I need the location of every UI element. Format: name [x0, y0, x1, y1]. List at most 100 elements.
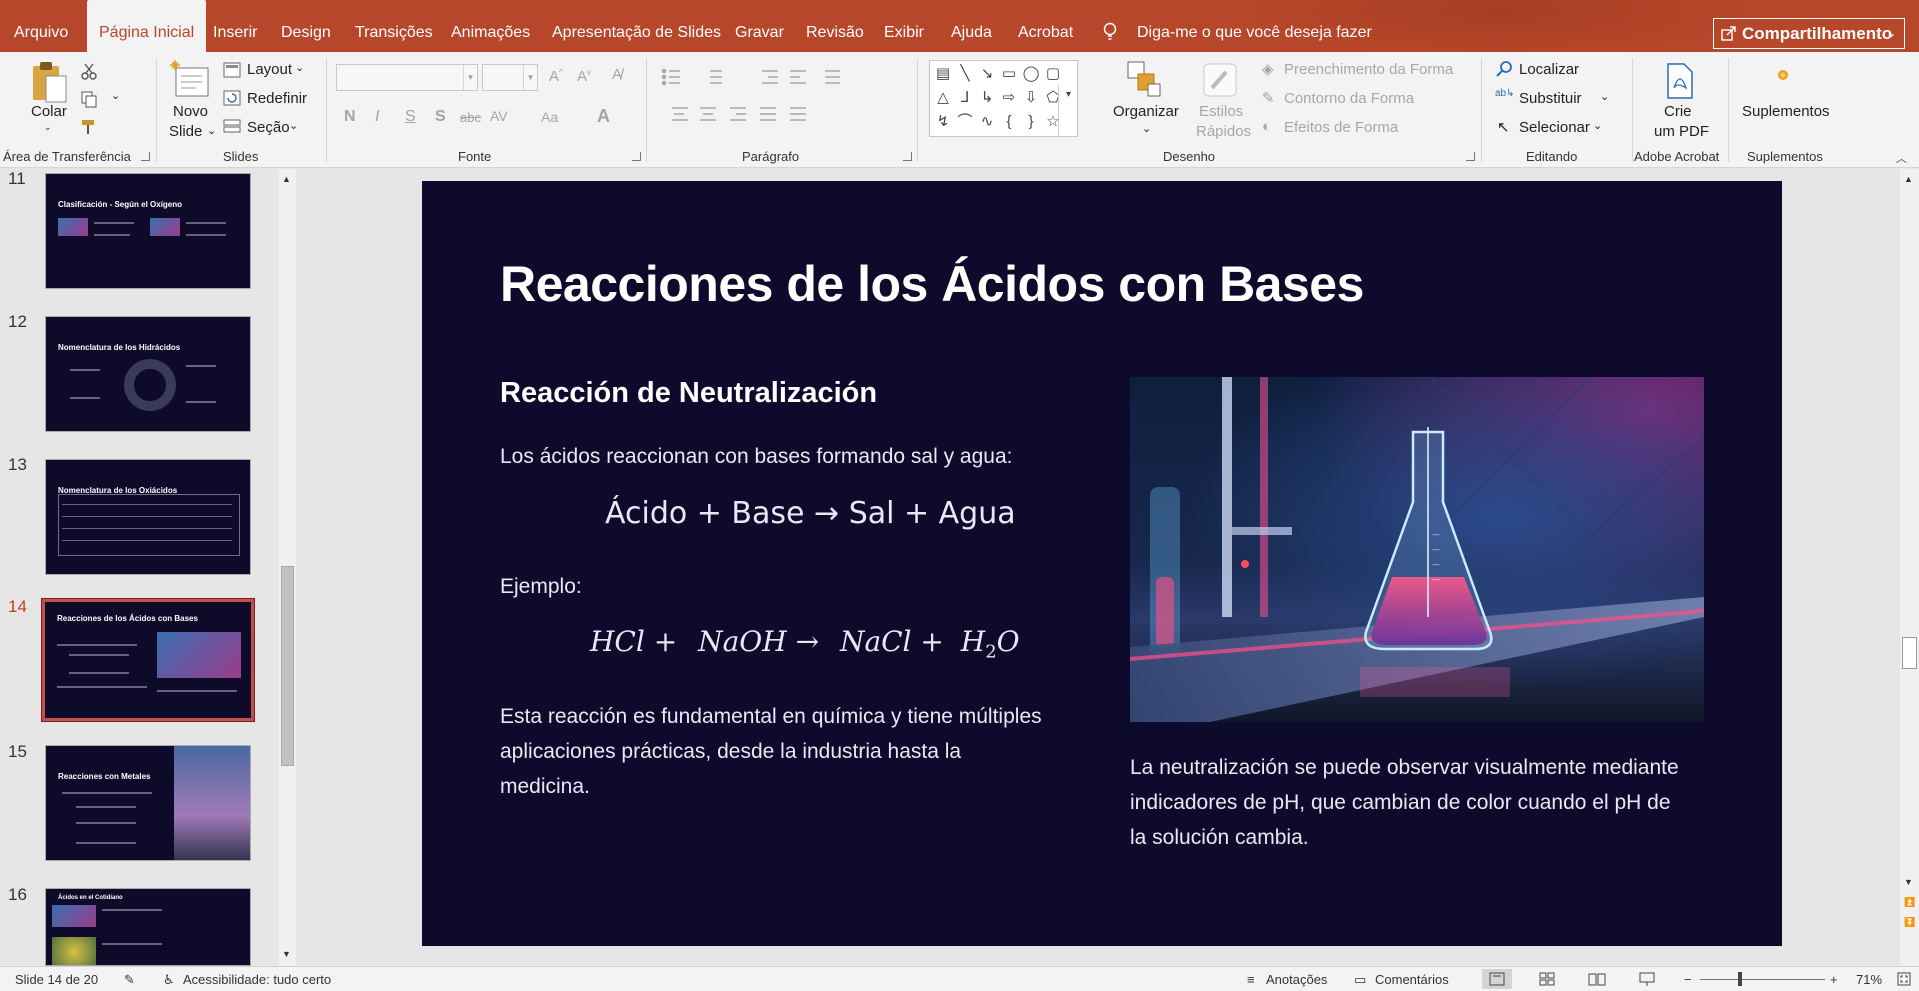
- slide-outro-line-1[interactable]: Esta reacción es fundamental en química …: [500, 699, 1042, 734]
- thumbnail-scrollbar[interactable]: ▲ ▼: [279, 169, 296, 966]
- next-slide-icon[interactable]: ⏬: [1904, 917, 1915, 928]
- thumbnail-slide-16[interactable]: Ácidos en el Cotidiano: [45, 888, 251, 966]
- slide-example-label[interactable]: Ejemplo:: [500, 569, 582, 604]
- tab-revisao[interactable]: Revisão: [806, 0, 864, 52]
- shape-outline-button[interactable]: Contorno da Forma: [1284, 90, 1414, 107]
- slide-caption-line-1[interactable]: La neutralización se puede observar visu…: [1130, 750, 1679, 785]
- chevron-down-icon[interactable]: ⌄: [289, 119, 298, 132]
- slideshow-button[interactable]: [1632, 969, 1662, 989]
- scroll-up-icon[interactable]: ▲: [1904, 174, 1913, 184]
- curve-shape-icon[interactable]: ∿: [976, 111, 998, 133]
- slide-subtitle[interactable]: Reacción de Neutralización: [500, 377, 877, 410]
- thumbnail-slide-14[interactable]: Reacciones de los Ácidos con Bases: [41, 598, 255, 722]
- zoom-in-icon[interactable]: +: [1830, 972, 1838, 987]
- tab-pagina-inicial[interactable]: Página Inicial: [87, 0, 207, 52]
- current-slide[interactable]: Reacciones de los Ácidos con Bases Reacc…: [422, 181, 1782, 946]
- addins-icon[interactable]: [1776, 68, 1790, 82]
- arrange-button[interactable]: Organizar: [1113, 103, 1179, 120]
- accessibility-status[interactable]: Acessibilidade: tudo certo: [183, 972, 331, 987]
- accessibility-icon[interactable]: ♿: [163, 972, 175, 988]
- slide-caption-line-3[interactable]: la solución cambia.: [1130, 820, 1309, 855]
- share-button[interactable]: Compartilhamento ⌄: [1713, 18, 1905, 49]
- tab-animacoes[interactable]: Animações: [451, 0, 530, 52]
- editor-scrollbar[interactable]: ▲ ▼ ⏫ ⏬: [1900, 169, 1919, 966]
- dialog-launcher-icon[interactable]: [1466, 152, 1475, 161]
- gallery-more-icon[interactable]: ▾: [1058, 85, 1078, 135]
- comments-icon[interactable]: ▭: [1354, 972, 1366, 988]
- right-brace-icon[interactable]: }: [1020, 111, 1042, 133]
- font-name-input[interactable]: ▾: [336, 64, 478, 91]
- new-slide-icon[interactable]: [170, 60, 212, 100]
- elbow-arrow-icon[interactable]: ↳: [976, 87, 998, 109]
- oval-shape-icon[interactable]: ◯: [1020, 63, 1042, 85]
- char-spacing-button[interactable]: AV: [490, 108, 508, 124]
- scrollbar-thumb[interactable]: [1902, 637, 1917, 669]
- left-brace-icon[interactable]: {: [998, 111, 1020, 133]
- slide-outro-line-3[interactable]: medicina.: [500, 769, 590, 804]
- decrease-font-icon[interactable]: Av: [577, 68, 591, 85]
- thumbnail-slide-11[interactable]: Clasificación - Según el Oxígeno: [45, 173, 251, 289]
- chevron-down-icon[interactable]: ▾: [523, 65, 537, 90]
- new-slide-label-2[interactable]: Slide: [169, 123, 202, 140]
- dialog-launcher-icon[interactable]: [903, 152, 912, 161]
- chevron-down-icon[interactable]: ▾: [463, 65, 477, 90]
- chevron-down-icon[interactable]: ⌄: [1593, 119, 1602, 132]
- quick-styles-label-1[interactable]: Estilos: [1199, 103, 1243, 120]
- dialog-launcher-icon[interactable]: [141, 152, 150, 161]
- zoom-slider-thumb[interactable]: [1738, 972, 1742, 986]
- chevron-down-icon[interactable]: ⌄: [295, 61, 304, 74]
- underline-button[interactable]: S: [405, 108, 416, 126]
- rectangle-shape-icon[interactable]: ▭: [998, 63, 1020, 85]
- tab-arquivo[interactable]: Arquivo: [14, 0, 68, 52]
- chevron-down-icon[interactable]: ⌄: [1600, 90, 1609, 103]
- spellcheck-icon[interactable]: ✎: [124, 972, 135, 988]
- increase-font-icon[interactable]: A^: [549, 68, 563, 85]
- tab-exibir[interactable]: Exibir: [884, 0, 924, 52]
- section-button[interactable]: Seção: [247, 119, 290, 136]
- chevron-down-icon[interactable]: ⌄: [207, 124, 216, 137]
- shape-fill-button[interactable]: Preenchimento da Forma: [1284, 61, 1453, 78]
- tab-ajuda[interactable]: Ajuda: [951, 0, 992, 52]
- lab-flask-image[interactable]: — — — —: [1130, 377, 1704, 722]
- clear-formatting-icon[interactable]: A̸: [612, 66, 622, 83]
- tab-inserir[interactable]: Inserir: [213, 0, 257, 52]
- new-slide-label-1[interactable]: Novo: [173, 103, 208, 120]
- copy-icon[interactable]: [80, 90, 98, 108]
- tab-apresentacao[interactable]: Apresentação de Slides: [552, 0, 721, 52]
- line-shape-icon[interactable]: ╲: [954, 63, 976, 85]
- slide-title[interactable]: Reacciones de los Ácidos con Bases: [500, 255, 1364, 313]
- create-pdf-label-2[interactable]: um PDF: [1654, 123, 1709, 140]
- slide-outro-line-2[interactable]: aplicaciones prácticas, desde la industr…: [500, 734, 961, 769]
- thumbnail-slide-12[interactable]: Nomenclatura de los Hidrácidos: [45, 316, 251, 432]
- font-color-button[interactable]: A: [597, 106, 610, 127]
- shape-effects-button[interactable]: Efeitos de Forma: [1284, 119, 1398, 136]
- strikethrough-button[interactable]: abc: [460, 110, 481, 125]
- right-arrow-shape-icon[interactable]: ⇨: [998, 87, 1020, 109]
- text-box-shape-icon[interactable]: ▤: [932, 63, 954, 85]
- change-case-button[interactable]: Aa: [541, 109, 558, 125]
- chevron-down-icon[interactable]: ⌄: [1142, 122, 1151, 135]
- layout-button[interactable]: Layout: [247, 61, 292, 78]
- slide-sorter-button[interactable]: [1532, 969, 1562, 989]
- notes-icon[interactable]: ≡: [1247, 972, 1255, 987]
- addins-button[interactable]: Suplementos: [1742, 103, 1830, 120]
- reading-view-button[interactable]: [1582, 969, 1612, 989]
- thumbnail-slide-13[interactable]: Nomenclatura de los Oxiácidos: [45, 459, 251, 575]
- zoom-level[interactable]: 71%: [1856, 972, 1882, 987]
- chevron-down-icon[interactable]: ⌄: [111, 89, 120, 102]
- zoom-out-icon[interactable]: −: [1684, 972, 1692, 987]
- format-painter-icon[interactable]: [80, 118, 98, 136]
- previous-slide-icon[interactable]: ⏫: [1904, 897, 1915, 908]
- dialog-launcher-icon[interactable]: [632, 152, 641, 161]
- bold-button[interactable]: N: [344, 108, 356, 126]
- paste-button[interactable]: Colar: [31, 103, 67, 120]
- thumbnail-slide-15[interactable]: Reacciones con Metales: [45, 745, 251, 861]
- quick-styles-label-2[interactable]: Rápidos: [1196, 123, 1251, 140]
- create-pdf-label-1[interactable]: Crie: [1664, 103, 1692, 120]
- tab-acrobat[interactable]: Acrobat: [1018, 0, 1073, 52]
- paragraph-tools[interactable]: [660, 68, 940, 128]
- notes-button[interactable]: Anotações: [1266, 972, 1327, 987]
- comments-button[interactable]: Comentários: [1375, 972, 1449, 987]
- slide-chemical-equation[interactable]: HCl + NaOH → NaCl + H2O: [590, 625, 1020, 663]
- scroll-down-icon[interactable]: ▼: [1904, 877, 1913, 887]
